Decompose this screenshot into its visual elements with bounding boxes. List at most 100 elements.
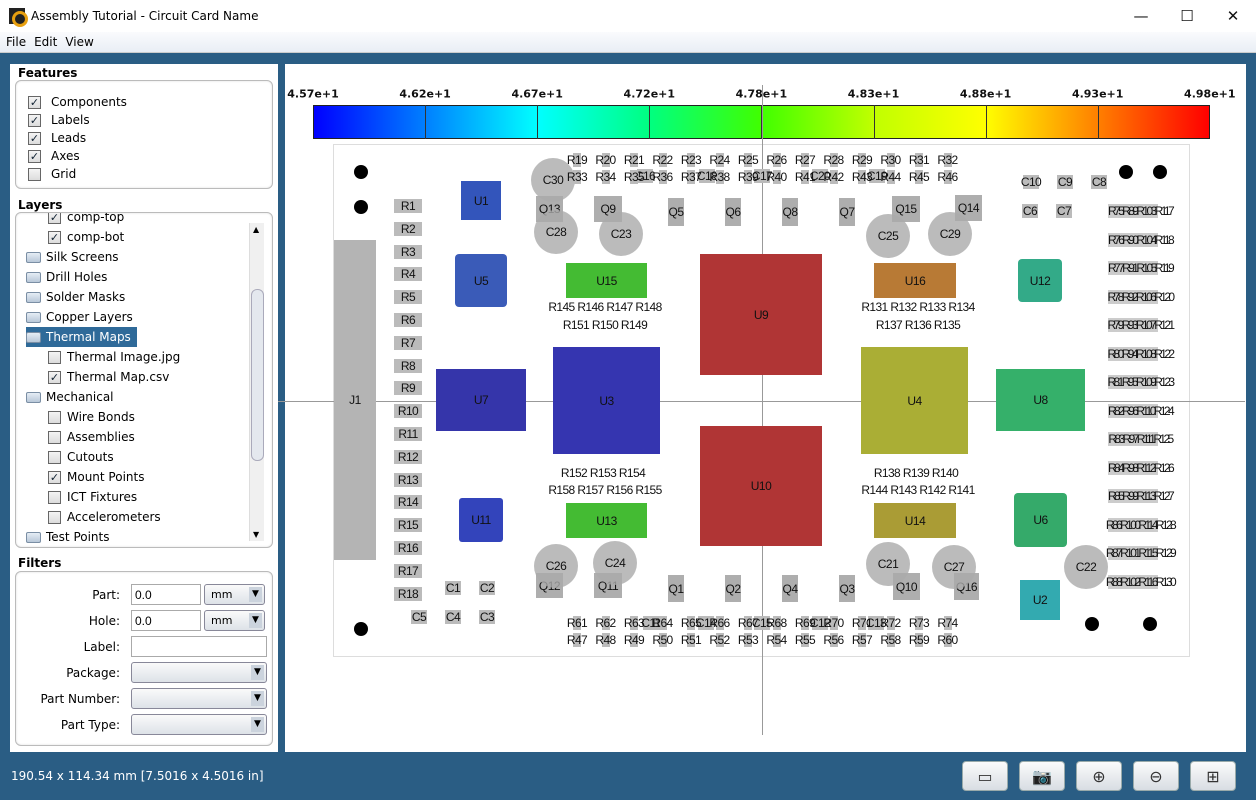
folder-icon [26, 331, 41, 343]
zoom-out-button[interactable]: ⊖ [1133, 761, 1179, 791]
hole-label: Hole: [88, 614, 120, 628]
camera-icon: 📷 [1032, 766, 1052, 786]
camera-button[interactable]: 📷 [1019, 761, 1065, 791]
scroll-thumb[interactable] [251, 289, 264, 461]
layer-label: comp-top [67, 212, 125, 224]
app-gear-icon [9, 8, 28, 27]
checkbox[interactable] [48, 450, 61, 464]
checkbox[interactable]: ✓ [28, 113, 41, 127]
layer-label: Silk Screens [46, 250, 119, 264]
layer-thermal-maps[interactable]: Thermal Maps [26, 327, 137, 347]
menu-view[interactable]: View [65, 35, 93, 49]
checkbox[interactable]: ✓ [28, 95, 41, 109]
checkbox[interactable]: ✓ [28, 149, 41, 163]
checkbox[interactable] [48, 510, 61, 524]
layers-tree[interactable]: ▲ ▼ ✓ comp-top ✓ comp-bot Silk Screens Drill … [15, 212, 273, 548]
board-view[interactable] [285, 64, 1246, 752]
checkbox[interactable]: ✓ [28, 131, 41, 145]
maximize-button[interactable]: ☐ [1164, 0, 1210, 32]
hole-size-input[interactable] [131, 610, 201, 631]
zoom-fit-button[interactable]: ⊞ [1190, 761, 1236, 791]
checkbox[interactable] [48, 490, 61, 504]
zoom-fit-icon: ⊞ [1206, 766, 1220, 786]
ruler-button[interactable]: ▭ [962, 761, 1008, 791]
layer-drill-holes[interactable]: Drill Holes [26, 267, 107, 287]
checkbox[interactable] [48, 430, 61, 444]
features-box: ✓ Components ✓ Labels ✓ Leads ✓ Axes Grid [15, 80, 273, 189]
label-filter-input[interactable] [131, 636, 267, 657]
checkbox[interactable] [28, 167, 41, 181]
layer-label: Mount Points [67, 470, 145, 484]
layer-silk-screens[interactable]: Silk Screens [26, 247, 119, 267]
scroll-up-icon[interactable]: ▲ [253, 225, 259, 234]
board-dimensions: 190.54 x 114.34 mm [7.5016 x 4.5016 in] [11, 769, 264, 783]
features-heading: Features [18, 66, 78, 80]
part-type-label: Part Type: [60, 718, 120, 732]
layer-thermal-image-jpg[interactable]: Thermal Image.jpg [48, 347, 180, 367]
zoom-in-button[interactable]: ⊕ [1076, 761, 1122, 791]
chevron-down-icon: ▼ [249, 587, 262, 602]
folder-icon [26, 391, 41, 403]
layer-comp-bot[interactable]: ✓ comp-bot [48, 227, 124, 247]
checkbox[interactable]: ✓ [48, 470, 61, 484]
hole-unit-select[interactable]: mm ▼ [204, 610, 265, 631]
layer-label: Accelerometers [67, 510, 161, 524]
checkbox[interactable]: ✓ [48, 213, 61, 224]
checkbox[interactable] [48, 410, 61, 424]
part-unit-select[interactable]: mm ▼ [204, 584, 265, 605]
layer-ict-fixtures[interactable]: ICT Fixtures [48, 487, 137, 507]
chevron-down-icon: ▼ [249, 613, 262, 628]
feature-labels[interactable]: ✓ Labels [28, 111, 272, 129]
zoom-in-icon: ⊕ [1092, 766, 1106, 786]
layer-assemblies[interactable]: Assemblies [48, 427, 135, 447]
scroll-down-icon[interactable]: ▼ [253, 530, 259, 539]
checkbox[interactable]: ✓ [48, 230, 61, 244]
left-panel: Features ✓ Components ✓ Labels ✓ Leads ✓ Axes Gr… [10, 64, 278, 752]
folder-icon [26, 271, 41, 283]
layer-mount-points[interactable]: ✓ Mount Points [48, 467, 144, 487]
filters-heading: Filters [18, 556, 62, 570]
checkbox[interactable]: ✓ [48, 370, 61, 384]
layer-wire-bonds[interactable]: Wire Bonds [48, 407, 135, 427]
part-type-select[interactable]: ▼ [131, 714, 267, 735]
layer-comp-top[interactable]: ✓ comp-top [48, 212, 125, 227]
layer-label: Thermal Map.csv [67, 370, 170, 384]
folder-icon [26, 311, 41, 323]
layer-label: Thermal Maps [46, 330, 131, 344]
layer-label: comp-bot [67, 230, 125, 244]
feature-label: Leads [51, 131, 87, 145]
zoom-out-icon: ⊖ [1149, 766, 1163, 786]
folder-icon [26, 531, 41, 543]
layer-copper-layers[interactable]: Copper Layers [26, 307, 133, 327]
layer-cutouts[interactable]: Cutouts [48, 447, 114, 467]
layer-solder-masks[interactable]: Solder Masks [26, 287, 125, 307]
package-select[interactable]: ▼ [131, 662, 267, 683]
label-filter-label: Label: [83, 640, 120, 654]
filters-box: Part: mm ▼ Hole: mm ▼ Label: Package: ▼ Pa… [15, 571, 273, 746]
close-button[interactable]: ✕ [1210, 0, 1256, 32]
hole-unit-value: mm [211, 614, 233, 627]
menu-file[interactable]: File [6, 35, 26, 49]
chevron-down-icon: ▼ [251, 717, 264, 732]
part-number-select[interactable]: ▼ [131, 688, 267, 709]
part-size-input[interactable] [131, 584, 201, 605]
package-label: Package: [66, 666, 120, 680]
chevron-down-icon: ▼ [251, 665, 264, 680]
layers-scrollbar[interactable]: ▲ ▼ [249, 223, 264, 541]
feature-grid[interactable]: Grid [28, 165, 272, 183]
layer-thermal-map-csv[interactable]: ✓ Thermal Map.csv [48, 367, 169, 387]
layer-label: Thermal Image.jpg [67, 350, 181, 364]
layer-label: Drill Holes [46, 270, 108, 284]
feature-leads[interactable]: ✓ Leads [28, 129, 272, 147]
chevron-down-icon: ▼ [251, 691, 264, 706]
minimize-button[interactable]: — [1118, 0, 1164, 32]
layer-label: ICT Fixtures [67, 490, 138, 504]
window-title: Assembly Tutorial - Circuit Card Name [31, 9, 259, 23]
feature-axes[interactable]: ✓ Axes [28, 147, 272, 165]
checkbox[interactable] [48, 350, 61, 364]
feature-components[interactable]: ✓ Components [28, 93, 272, 111]
menu-edit[interactable]: Edit [34, 35, 57, 49]
layer-test-points[interactable]: Test Points [26, 527, 110, 547]
layer-accelerometers[interactable]: Accelerometers [48, 507, 161, 527]
layer-mechanical[interactable]: Mechanical [26, 387, 114, 407]
